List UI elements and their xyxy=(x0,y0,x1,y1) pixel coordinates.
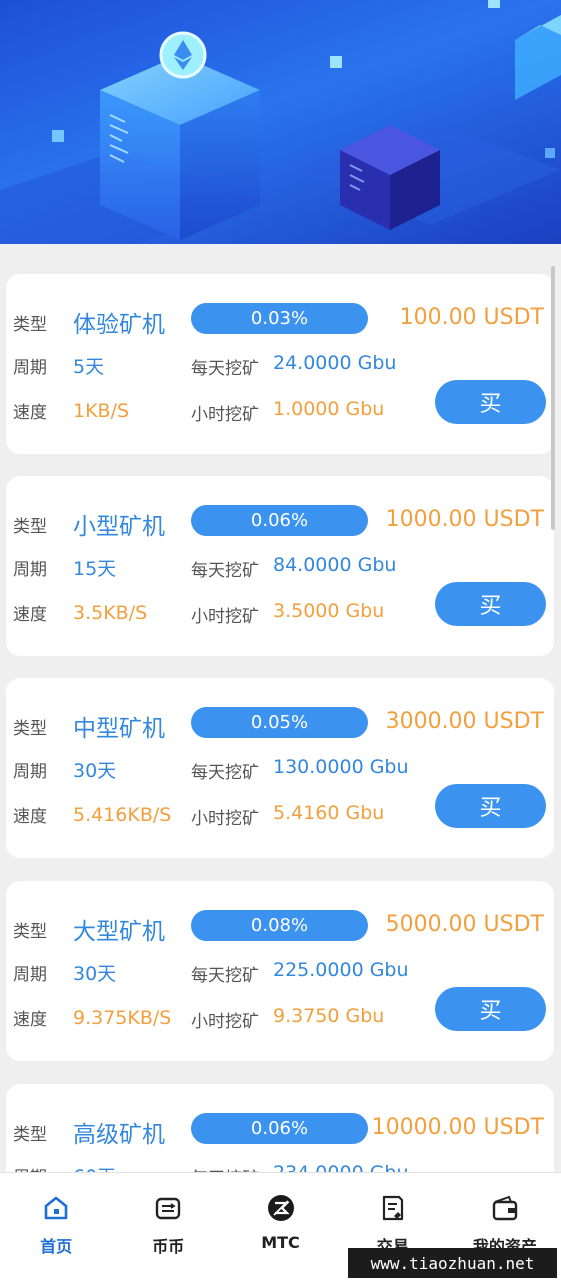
speed-value: 1KB/S xyxy=(73,399,130,422)
period-value: 5天 xyxy=(73,356,105,378)
period-row: 周期 30天 xyxy=(13,959,116,986)
daily-label: 每天挖矿 xyxy=(191,1164,259,1172)
period-row: 周期 30天 xyxy=(13,756,116,783)
rate-badge: 0.06% xyxy=(191,1113,368,1144)
home-icon xyxy=(41,1193,71,1223)
miner-card: 类型 高级矿机 0.06% 10000.00 USDT 周期 60天 每天挖矿 … xyxy=(6,1084,554,1172)
nav-item-home[interactable]: 首页 xyxy=(0,1173,112,1280)
period-row: 周期 60天 xyxy=(13,1162,116,1172)
period-row: 周期 15天 xyxy=(13,554,116,581)
nav-item-mtc[interactable]: MTC xyxy=(224,1173,336,1280)
nav-label: 币币 xyxy=(152,1237,185,1256)
period-value: 30天 xyxy=(73,963,117,985)
period-label: 周期 xyxy=(13,560,47,580)
miner-price: 5000.00 USDT xyxy=(385,912,544,937)
watermark: www.tiaozhuan.net xyxy=(348,1248,557,1278)
hourly-value: 5.4160 Gbu xyxy=(273,802,385,824)
daily-value: 130.0000 Gbu xyxy=(273,756,409,778)
hourly-label: 小时挖矿 xyxy=(191,809,259,829)
coin-illustration xyxy=(159,31,207,79)
miner-price: 3000.00 USDT xyxy=(385,709,544,734)
type-row: 类型 小型矿机 xyxy=(13,507,165,541)
wallet-folder-icon xyxy=(153,1193,183,1223)
rate-badge: 0.08% xyxy=(191,910,368,941)
miner-type-name: 高级矿机 xyxy=(73,1122,165,1148)
speed-row: 速度 9.375KB/S xyxy=(13,1005,172,1031)
miner-price: 100.00 USDT xyxy=(399,305,544,330)
type-row: 类型 高级矿机 xyxy=(13,1115,165,1149)
type-label: 类型 xyxy=(13,314,47,335)
speed-value: 9.375KB/S xyxy=(73,1006,172,1029)
purse-icon xyxy=(490,1193,520,1223)
rate-badge: 0.03% xyxy=(191,303,368,334)
hourly-value: 1.0000 Gbu xyxy=(273,398,385,420)
miner-price: 1000.00 USDT xyxy=(385,507,544,532)
period-label: 周期 xyxy=(13,762,47,782)
hourly-value: 9.3750 Gbu xyxy=(273,1005,385,1027)
document-icon xyxy=(378,1193,408,1223)
speed-label: 速度 xyxy=(13,403,47,423)
nav-label: MTC xyxy=(261,1233,300,1252)
miner-type-name: 体验矿机 xyxy=(73,312,165,338)
rate-badge: 0.06% xyxy=(191,505,368,536)
period-row: 周期 5天 xyxy=(13,352,104,379)
miner-list[interactable]: 类型 体验矿机 0.03% 100.00 USDT 周期 5天 每天挖矿 24.… xyxy=(0,244,561,1172)
buy-button[interactable]: 买 xyxy=(435,582,546,626)
daily-value: 24.0000 Gbu xyxy=(273,352,397,374)
speed-value: 5.416KB/S xyxy=(73,803,172,826)
hourly-label: 小时挖矿 xyxy=(191,405,259,425)
daily-label: 每天挖矿 xyxy=(191,359,259,379)
hourly-label: 小时挖矿 xyxy=(191,1012,259,1032)
rate-badge: 0.05% xyxy=(191,707,368,738)
nav-label: 首页 xyxy=(40,1237,73,1256)
type-row: 类型 大型矿机 xyxy=(13,912,165,946)
hourly-label: 小时挖矿 xyxy=(191,607,259,627)
miner-card: 类型 体验矿机 0.03% 100.00 USDT 周期 5天 每天挖矿 24.… xyxy=(6,274,554,454)
period-value: 30天 xyxy=(73,760,117,782)
speed-row: 速度 1KB/S xyxy=(13,398,130,424)
miner-price: 10000.00 USDT xyxy=(371,1115,544,1140)
buy-button[interactable]: 买 xyxy=(435,987,546,1031)
miner-card: 类型 大型矿机 0.08% 5000.00 USDT 周期 30天 每天挖矿 2… xyxy=(6,881,554,1061)
period-value: 60天 xyxy=(73,1162,116,1172)
daily-value: 84.0000 Gbu xyxy=(273,554,397,576)
speed-label: 速度 xyxy=(13,605,47,625)
type-row: 类型 体验矿机 xyxy=(13,305,165,339)
miner-type-name: 中型矿机 xyxy=(73,716,165,742)
miner-type-name: 大型矿机 xyxy=(73,919,165,945)
hero-banner xyxy=(0,0,561,244)
period-value: 15天 xyxy=(73,558,117,580)
type-label: 类型 xyxy=(13,921,47,942)
period-label: 周期 xyxy=(13,1163,73,1172)
type-label: 类型 xyxy=(13,516,47,537)
buy-button[interactable]: 买 xyxy=(435,380,546,424)
miner-card: 类型 中型矿机 0.05% 3000.00 USDT 周期 30天 每天挖矿 1… xyxy=(6,678,554,858)
scrollbar[interactable] xyxy=(551,266,555,530)
mtc-logo-icon xyxy=(266,1193,296,1223)
type-label: 类型 xyxy=(13,718,47,739)
period-label: 周期 xyxy=(13,358,47,378)
daily-value: 234.0000 Gbu xyxy=(273,1162,409,1172)
period-label: 周期 xyxy=(13,965,47,985)
daily-label: 每天挖矿 xyxy=(191,561,259,581)
nav-item-coin[interactable]: 币币 xyxy=(112,1173,224,1280)
daily-label: 每天挖矿 xyxy=(191,966,259,986)
speed-row: 速度 5.416KB/S xyxy=(13,802,172,828)
banner-illustration xyxy=(0,0,561,244)
daily-value: 225.0000 Gbu xyxy=(273,959,409,981)
miner-card: 类型 小型矿机 0.06% 1000.00 USDT 周期 15天 每天挖矿 8… xyxy=(6,476,554,656)
buy-button[interactable]: 买 xyxy=(435,784,546,828)
type-row: 类型 中型矿机 xyxy=(13,709,165,743)
speed-label: 速度 xyxy=(13,1010,47,1030)
speed-label: 速度 xyxy=(13,807,47,827)
miner-type-name: 小型矿机 xyxy=(73,514,165,540)
hourly-value: 3.5000 Gbu xyxy=(273,600,385,622)
speed-row: 速度 3.5KB/S xyxy=(13,600,148,626)
speed-value: 3.5KB/S xyxy=(73,601,148,624)
type-label: 类型 xyxy=(13,1124,47,1145)
daily-label: 每天挖矿 xyxy=(191,763,259,783)
